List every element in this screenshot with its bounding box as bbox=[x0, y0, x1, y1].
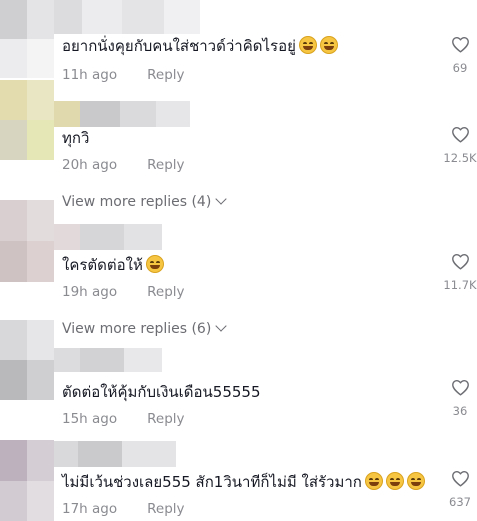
timestamp: 17h ago bbox=[62, 501, 118, 517]
reply-button[interactable]: Reply bbox=[147, 283, 184, 301]
reply-button[interactable]: Reply bbox=[147, 500, 184, 518]
reply-button[interactable]: Reply bbox=[147, 410, 184, 428]
like-button[interactable]: 11.7K bbox=[440, 253, 477, 292]
like-count: 36 bbox=[452, 404, 468, 418]
grinning-squinting-face-icon bbox=[364, 472, 383, 490]
like-button[interactable]: 12.5K bbox=[440, 126, 477, 165]
comment-meta: 19h ago Reply bbox=[62, 283, 185, 301]
heart-outline-icon bbox=[451, 471, 469, 487]
like-button[interactable]: 637 bbox=[440, 470, 477, 509]
heart-outline-icon bbox=[451, 380, 469, 396]
comment-text: ไม่มีเว้นช่วงเลย555 สัก1วินาทีก็ไม่มี ใส… bbox=[62, 472, 425, 492]
comment-meta: 17h ago Reply bbox=[62, 500, 185, 518]
comment-text: อยากนั่งคุยกับคนใส่ชาวด์ว่าคิดไรอยู่ bbox=[62, 36, 338, 56]
comment-text: ตัดต่อให้คุ้มกับเงินเดือน55555 bbox=[62, 383, 261, 401]
avatar[interactable] bbox=[0, 0, 54, 78]
comment-meta: 20h ago Reply bbox=[62, 156, 185, 174]
like-count: 11.7K bbox=[443, 278, 477, 292]
like-count: 69 bbox=[452, 61, 468, 75]
grinning-squinting-face-icon bbox=[319, 36, 338, 54]
username-blurred[interactable] bbox=[54, 348, 162, 372]
heart-outline-icon bbox=[451, 254, 469, 270]
grinning-squinting-face-icon bbox=[406, 472, 425, 490]
avatar[interactable] bbox=[0, 320, 54, 400]
chevron-down-icon bbox=[215, 320, 227, 332]
comment-meta: 15h ago Reply bbox=[62, 410, 185, 428]
heart-outline-icon bbox=[451, 37, 469, 53]
reply-button[interactable]: Reply bbox=[147, 156, 184, 174]
view-more-replies-button[interactable]: View more replies (6) bbox=[62, 320, 227, 338]
timestamp: 19h ago bbox=[62, 284, 118, 300]
timestamp: 20h ago bbox=[62, 157, 118, 173]
avatar[interactable] bbox=[0, 440, 54, 521]
comment-text: ทุกวิ bbox=[62, 129, 90, 147]
timestamp: 15h ago bbox=[62, 411, 118, 427]
grinning-squinting-face-icon bbox=[385, 472, 404, 490]
like-count: 12.5K bbox=[443, 151, 477, 165]
comment-text: ใครตัดต่อให้ bbox=[62, 255, 164, 275]
avatar[interactable] bbox=[0, 200, 54, 282]
grinning-squinting-face-icon bbox=[298, 36, 317, 54]
like-count: 637 bbox=[449, 495, 471, 509]
avatar[interactable] bbox=[0, 80, 54, 160]
comment-meta: 11h ago Reply bbox=[62, 66, 185, 84]
username-blurred[interactable] bbox=[54, 441, 176, 467]
chevron-down-icon bbox=[215, 193, 227, 205]
username-blurred[interactable] bbox=[54, 0, 200, 34]
grinning-squinting-face-icon bbox=[145, 255, 164, 273]
reply-button[interactable]: Reply bbox=[147, 66, 184, 84]
username-blurred[interactable] bbox=[54, 101, 190, 127]
username-blurred[interactable] bbox=[54, 224, 162, 250]
view-more-replies-button[interactable]: View more replies (4) bbox=[62, 193, 227, 211]
timestamp: 11h ago bbox=[62, 67, 118, 83]
like-button[interactable]: 36 bbox=[440, 379, 477, 418]
heart-outline-icon bbox=[451, 127, 469, 143]
like-button[interactable]: 69 bbox=[440, 36, 477, 75]
